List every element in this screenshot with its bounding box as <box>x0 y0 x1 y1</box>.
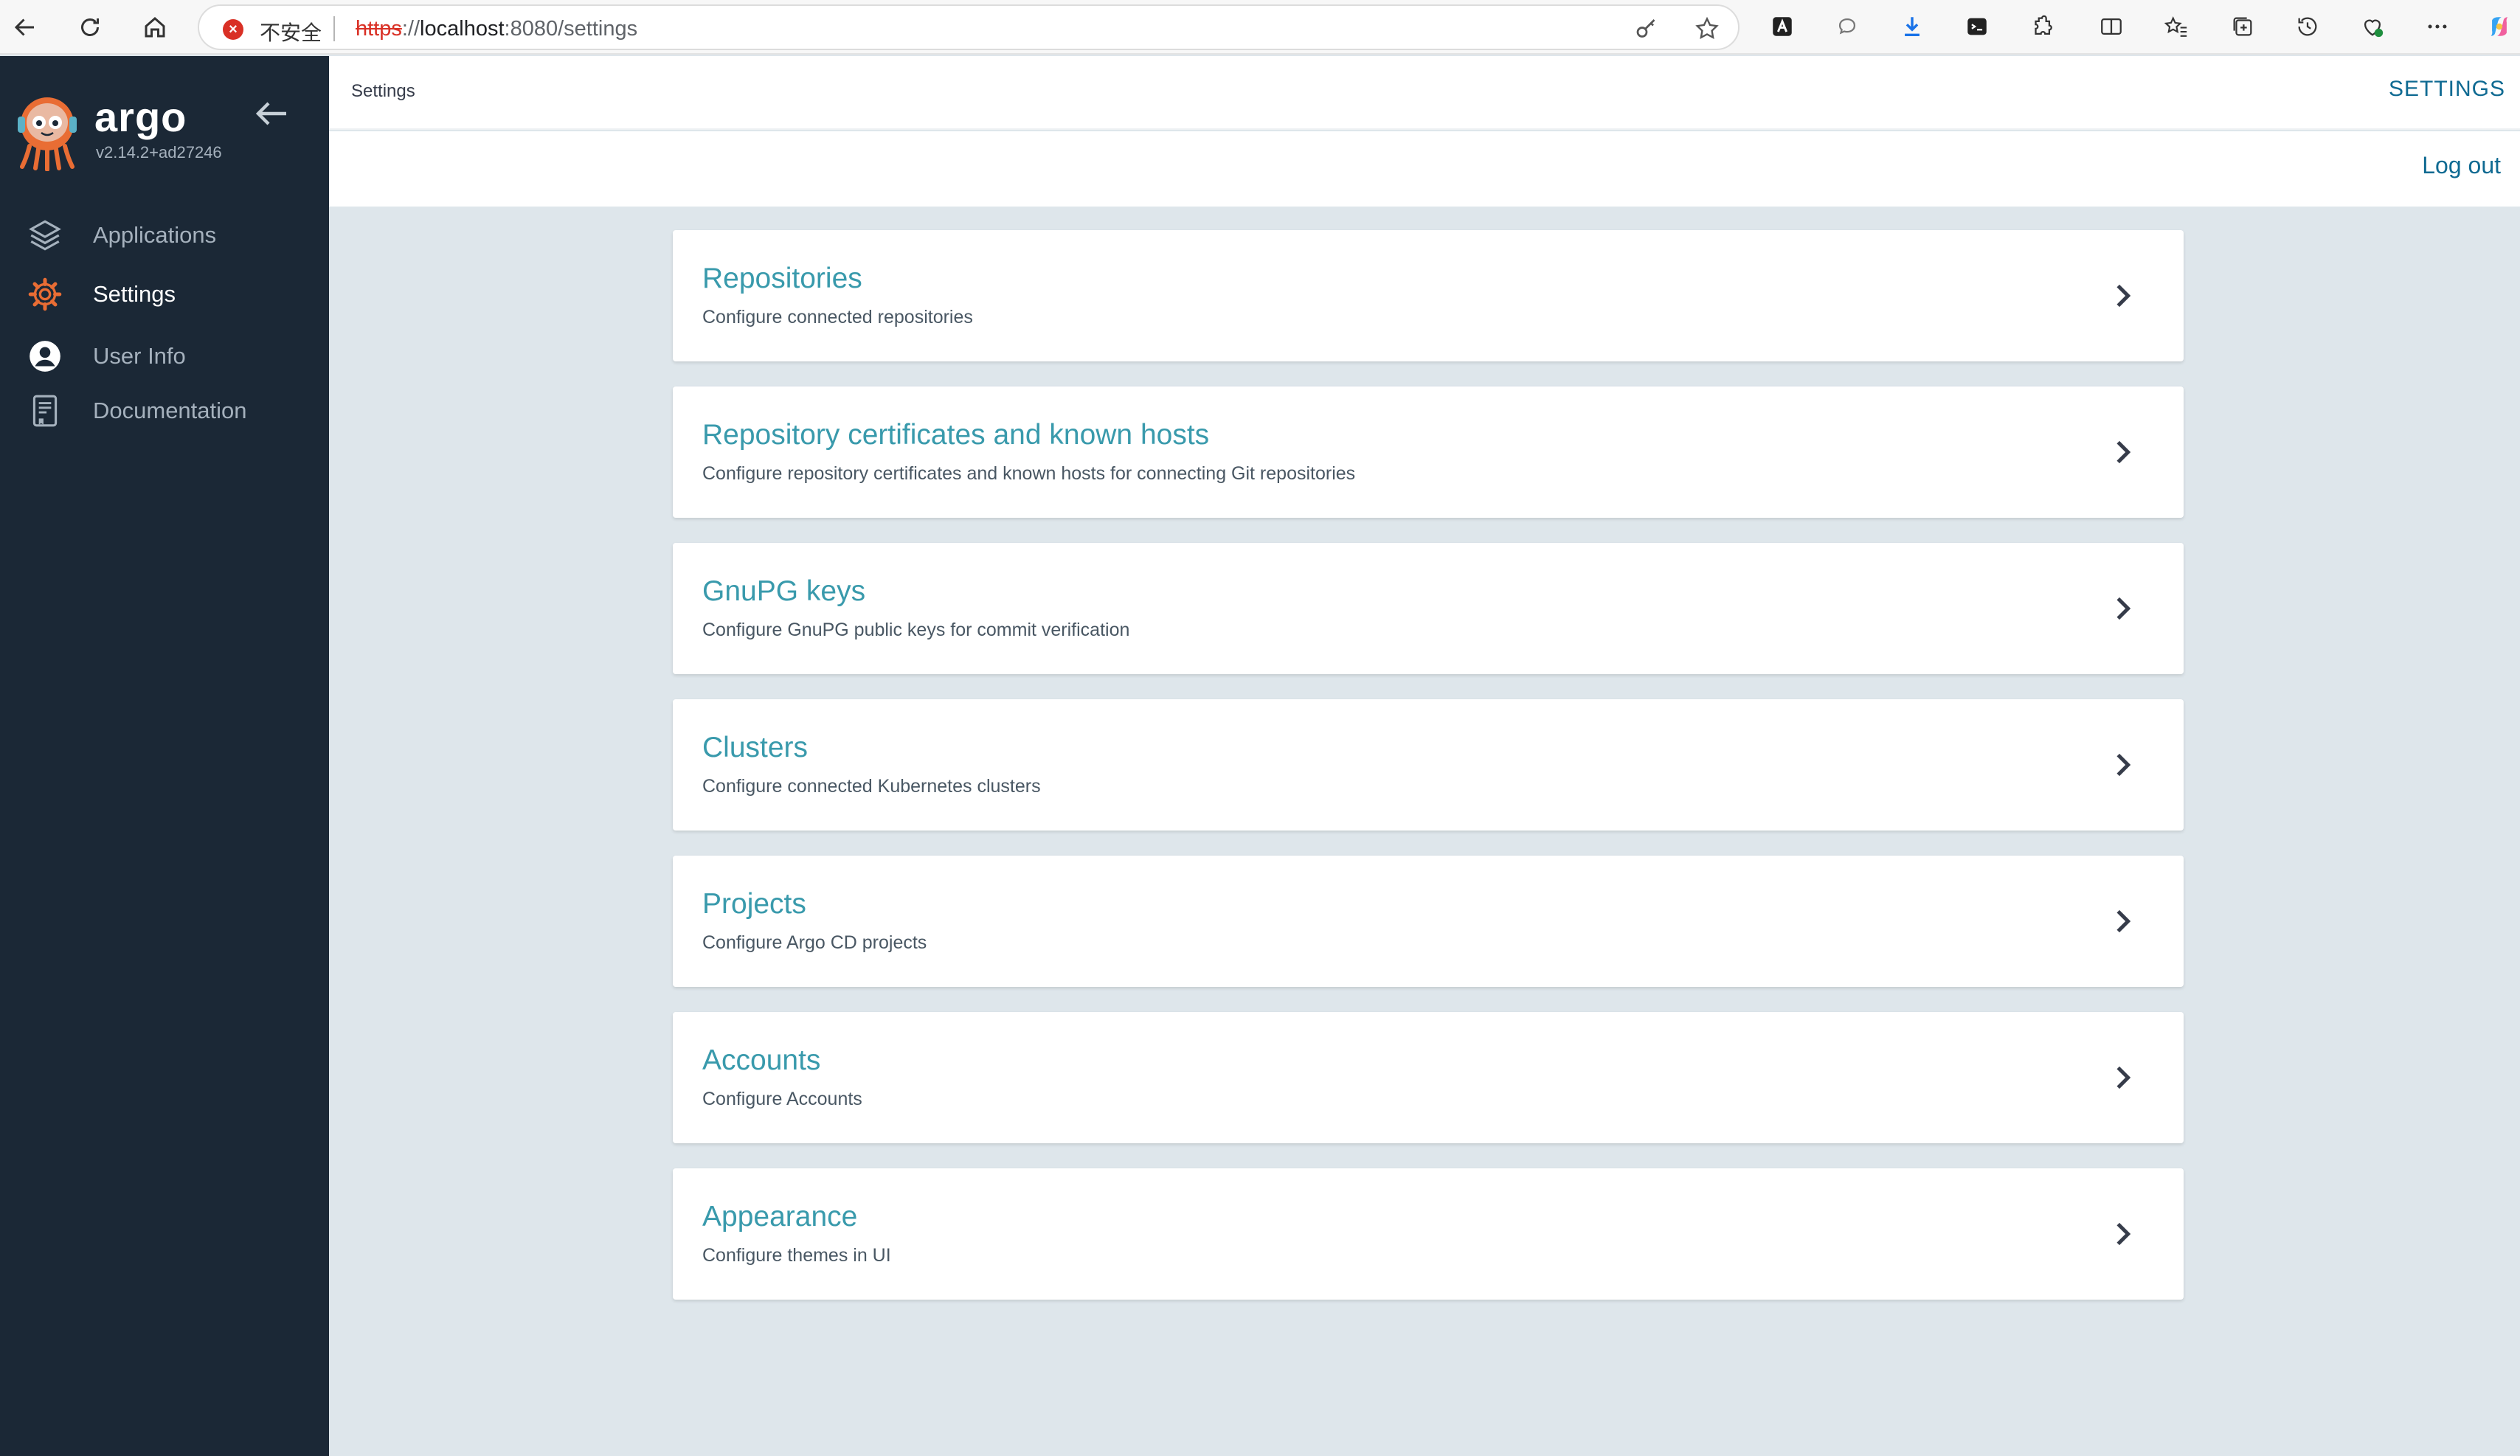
chevron-right-icon <box>2116 1066 2131 1089</box>
sidebar-item-settings[interactable]: Settings <box>0 268 329 320</box>
settings-list: Repositories Configure connected reposit… <box>329 207 2520 1456</box>
chevron-right-icon <box>2116 597 2131 620</box>
url-separator: :// <box>401 17 420 41</box>
card-description: Configure repository certificates and kn… <box>702 463 1356 484</box>
settings-card-repository-certificates[interactable]: Repository certificates and known hosts … <box>673 386 2184 518</box>
collections-icon[interactable] <box>2228 12 2257 41</box>
card-description: Configure connected repositories <box>702 307 973 327</box>
performance-heart-icon[interactable] <box>2358 12 2387 41</box>
not-secure-icon: × <box>223 19 243 40</box>
card-description: Configure GnuPG public keys for commit v… <box>702 620 1130 640</box>
key-icon[interactable] <box>1633 15 1660 42</box>
settings-card-accounts[interactable]: Accounts Configure Accounts <box>673 1012 2184 1143</box>
sidebar-item-label: Documentation <box>93 398 247 423</box>
logout-button[interactable]: Log out <box>2422 152 2501 179</box>
chevron-right-icon <box>2116 284 2131 308</box>
more-menu-icon[interactable] <box>2423 12 2452 41</box>
split-screen-icon[interactable] <box>2097 12 2126 41</box>
gear-icon <box>28 277 62 311</box>
card-description: Configure Accounts <box>702 1089 862 1109</box>
sidebar-item-label: Settings <box>93 281 176 307</box>
sidebar-item-applications[interactable]: Applications <box>0 209 329 261</box>
settings-card-repositories[interactable]: Repositories Configure connected reposit… <box>673 230 2184 361</box>
settings-card-projects[interactable]: Projects Configure Argo CD projects <box>673 856 2184 987</box>
chevron-right-icon <box>2116 909 2131 933</box>
favorites-list-icon[interactable] <box>2161 12 2191 41</box>
home-icon[interactable] <box>137 10 173 45</box>
toolbar: Log out <box>329 131 2520 207</box>
book-icon <box>32 395 58 427</box>
page-title: Settings <box>351 81 415 101</box>
card-title: Appearance <box>702 1201 858 1233</box>
sidebar: argo v2.14.2+ad27246 Applications Settin… <box>0 56 329 1456</box>
settings-link[interactable]: SETTINGS <box>2389 77 2505 102</box>
collapse-sidebar-arrow-icon[interactable] <box>254 99 289 128</box>
settings-card-clusters[interactable]: Clusters Configure connected Kubernetes … <box>673 699 2184 831</box>
card-description: Configure connected Kubernetes clusters <box>702 776 1041 797</box>
card-title: Accounts <box>702 1044 821 1076</box>
address-bar[interactable]: × 不安全 https://localhost:8080/settings <box>198 4 1740 50</box>
card-title: Repository certificates and known hosts <box>702 419 1210 451</box>
layers-icon <box>29 220 61 251</box>
chevron-right-icon <box>2116 440 2131 464</box>
browser-toolbar: × 不安全 https://localhost:8080/settings <box>0 0 2520 55</box>
brand-name: argo <box>94 94 187 140</box>
security-label: 不安全 <box>260 21 322 45</box>
card-title: Projects <box>702 888 806 920</box>
top-bar: Settings SETTINGS <box>329 56 2520 130</box>
settings-card-gnupg-keys[interactable]: GnuPG keys Configure GnuPG public keys f… <box>673 543 2184 674</box>
card-title: GnuPG keys <box>702 575 866 607</box>
sidebar-item-label: Applications <box>93 222 217 248</box>
url-path: :8080/settings <box>504 17 638 41</box>
sidebar-item-label: User Info <box>93 343 186 369</box>
chevron-right-icon <box>2116 753 2131 777</box>
url-scheme: https <box>356 17 402 41</box>
url-host: localhost <box>420 17 505 41</box>
sidebar-item-documentation[interactable]: Documentation <box>0 385 329 437</box>
puzzle-extensions-icon[interactable] <box>2027 12 2057 41</box>
extension-a-icon[interactable] <box>1768 12 1797 41</box>
chevron-right-icon <box>2116 1222 2131 1246</box>
card-title: Repositories <box>702 263 862 294</box>
version-label: v2.14.2+ad27246 <box>96 143 222 162</box>
url-divider <box>333 16 335 41</box>
card-description: Configure themes in UI <box>702 1245 891 1266</box>
back-arrow-icon[interactable] <box>7 10 43 45</box>
reload-icon[interactable] <box>72 10 108 45</box>
card-description: Configure Argo CD projects <box>702 932 927 953</box>
card-title: Clusters <box>702 732 809 763</box>
user-circle-icon <box>30 341 60 372</box>
extension-terminal-icon[interactable] <box>1962 12 1992 41</box>
argo-octopus-logo-icon <box>18 97 77 171</box>
download-icon[interactable] <box>1897 12 1927 41</box>
sidebar-item-user-info[interactable]: User Info <box>0 330 329 382</box>
favorite-star-icon[interactable] <box>1694 15 1720 42</box>
copilot-icon[interactable] <box>2485 12 2514 41</box>
chat-bubble-icon[interactable] <box>1832 12 1862 41</box>
url-text[interactable]: https://localhost:8080/settings <box>356 17 637 41</box>
settings-card-appearance[interactable]: Appearance Configure themes in UI <box>673 1168 2184 1300</box>
history-icon[interactable] <box>2293 12 2322 41</box>
